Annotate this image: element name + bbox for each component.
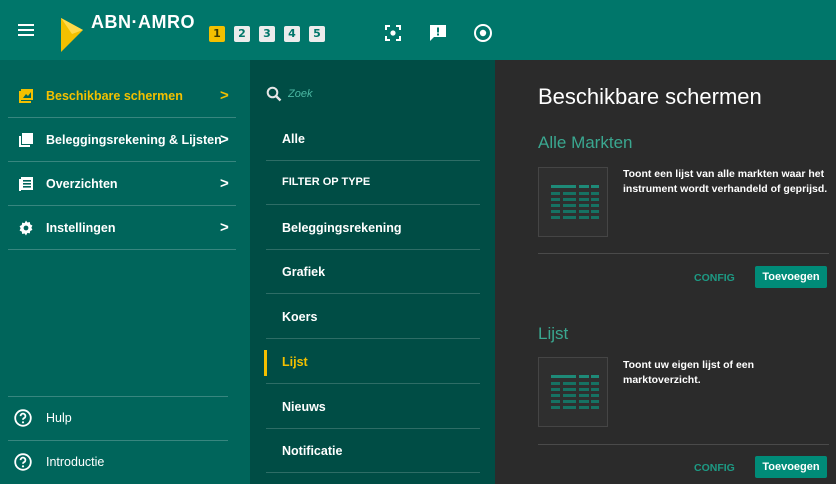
filter-item-beleggingsrekening[interactable]: Beleggingsrekening — [266, 206, 480, 250]
sidebar-item-settings[interactable]: Instellingen > — [8, 206, 236, 250]
workspace-tabs: 1 2 3 4 5 — [209, 26, 325, 42]
config-button[interactable]: CONFIG — [694, 272, 735, 284]
brand-logo-text: ABN·AMRO — [91, 12, 195, 32]
card-thumbnail — [538, 357, 608, 427]
introduction-label: Introductie — [46, 455, 105, 469]
top-bar: ABN·AMRO 1 2 3 4 5 — [0, 0, 836, 60]
card-description: Toont een lijst van alle markten waar he… — [623, 168, 828, 195]
gear-icon — [19, 220, 33, 236]
chevron-right-icon: > — [220, 131, 229, 148]
divider — [538, 444, 829, 445]
sidebar-item-accounts-lists[interactable]: Beleggingsrekening & Lijsten > — [8, 118, 236, 162]
workspace-tab-5[interactable]: 5 — [309, 26, 325, 42]
card-description: Toont uw eigen lijst of een marktoverzic… — [623, 359, 755, 386]
workspace-tab-4[interactable]: 4 — [284, 26, 300, 42]
search-icon — [266, 86, 282, 102]
filter-section-label: FILTER OP TYPE — [282, 176, 371, 188]
cards-icon — [19, 133, 33, 147]
filter-panel: Alle FILTER OP TYPE Beleggingsrekening G… — [250, 60, 495, 484]
chevron-right-icon: > — [220, 87, 229, 104]
search-input[interactable] — [288, 84, 468, 104]
filter-item-label: Grafiek — [282, 265, 326, 279]
filter-item-nieuws[interactable]: Nieuws — [266, 385, 480, 429]
filter-item-label: Notificatie — [282, 444, 343, 458]
filter-item-all[interactable]: Alle — [266, 117, 480, 161]
filter-item-label: Beleggingsrekening — [282, 221, 402, 235]
screen-catalog: Beschikbare schermen Alle Markten Toont … — [495, 60, 836, 484]
sidebar-item-overviews[interactable]: Overzichten > — [8, 162, 236, 206]
card-title: Alle Markten — [538, 133, 633, 152]
help-icon — [14, 453, 32, 471]
card-title: Lijst — [538, 324, 569, 343]
sidebar-item-label: Instellingen — [46, 221, 116, 235]
list-preview-icon — [551, 185, 599, 219]
add-button[interactable]: Toevoegen — [755, 266, 827, 288]
introduction-link[interactable]: Introductie — [8, 440, 228, 484]
filter-item-notificatie[interactable]: Notificatie — [266, 429, 480, 473]
sidebar-item-label: Beleggingsrekening & Lijsten — [46, 133, 222, 147]
filter-item-lijst[interactable]: Lijst — [264, 340, 480, 384]
sidebar-item-label: Beschikbare schermen — [46, 89, 183, 103]
sidebar: Beschikbare schermen > Beleggingsrekenin… — [0, 60, 250, 484]
screens-icon — [19, 89, 33, 103]
filter-item-label: Lijst — [282, 355, 308, 369]
filter-item-grafiek[interactable]: Grafiek — [266, 250, 480, 294]
workspace-tab-3[interactable]: 3 — [259, 26, 275, 42]
workspace-tab-1[interactable]: 1 — [209, 26, 225, 42]
help-icon — [14, 409, 32, 427]
help-label: Hulp — [46, 411, 72, 425]
menu-icon[interactable] — [18, 24, 34, 36]
sidebar-item-label: Overzichten — [46, 177, 118, 191]
filter-item-label: Alle — [282, 132, 305, 146]
feedback-icon[interactable] — [428, 23, 448, 43]
filter-item-label: Nieuws — [282, 400, 326, 414]
filter-item-koers[interactable]: Koers — [266, 295, 480, 339]
add-button[interactable]: Toevoegen — [755, 456, 827, 478]
workspace-tab-2[interactable]: 2 — [234, 26, 250, 42]
sidebar-item-available-screens[interactable]: Beschikbare schermen > — [8, 74, 236, 118]
page-title: Beschikbare schermen — [538, 84, 762, 109]
filter-item-label: Koers — [282, 310, 318, 324]
divider — [538, 253, 829, 254]
chevron-right-icon: > — [220, 175, 229, 192]
filter-section-header: FILTER OP TYPE — [266, 161, 480, 205]
focus-icon[interactable] — [383, 23, 403, 43]
config-button[interactable]: CONFIG — [694, 462, 735, 474]
help-link[interactable]: Hulp — [8, 396, 228, 440]
record-icon[interactable] — [473, 23, 493, 43]
abn-amro-shield-logo — [61, 18, 83, 52]
list-icon — [19, 177, 33, 191]
list-preview-icon — [551, 375, 599, 409]
card-thumbnail — [538, 167, 608, 237]
chevron-right-icon: > — [220, 219, 229, 236]
active-indicator — [264, 350, 267, 376]
